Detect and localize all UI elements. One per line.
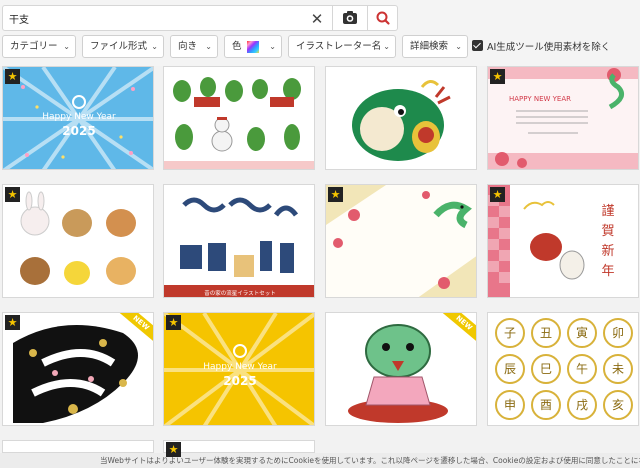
clear-icon[interactable]: ✕ [307, 9, 327, 29]
filter-label: 色 [232, 41, 242, 52]
chevron-down-icon: ⌄ [455, 42, 462, 51]
zodiac-char: 寅 [576, 325, 588, 340]
chevron-down-icon: ⌄ [205, 42, 212, 51]
chevron-down-icon: ⌄ [269, 42, 276, 51]
premium-star-icon: ★ [490, 69, 505, 84]
premium-star-icon: ★ [490, 187, 505, 202]
filter-file-format[interactable]: ファイル形式 ⌄ [82, 35, 164, 58]
zodiac-char: 子 [504, 326, 516, 340]
thumbnail: Happy New Year 2025 [164, 313, 314, 425]
thumbnail: 昔の家の流星イラストセット [164, 185, 314, 297]
chevron-down-icon: ⌄ [383, 42, 390, 51]
zodiac-char: 卯 [612, 326, 624, 340]
result-card[interactable]: ★ Happy New Year 2025 [2, 66, 154, 170]
premium-star-icon: ★ [5, 187, 20, 202]
premium-star-icon: ★ [5, 69, 20, 84]
filter-color[interactable]: 色 ⌄ [224, 35, 282, 58]
zodiac-char: 未 [612, 362, 624, 376]
result-card[interactable]: ★ [163, 440, 315, 457]
ai-exclude-checkbox[interactable] [472, 40, 483, 51]
premium-star-icon: ★ [166, 442, 181, 457]
premium-star-icon: ★ [5, 315, 20, 330]
search-input[interactable] [9, 10, 299, 26]
thumbnail: 謹 賀 新 年 [488, 185, 638, 297]
zodiac-char: 酉 [540, 398, 552, 412]
filter-category[interactable]: カテゴリー ⌄ [2, 35, 76, 58]
color-swatch-icon [247, 41, 259, 53]
result-card[interactable]: ★ Happy New Year 2025 [163, 312, 315, 426]
card-vertical-char: 謹 [601, 203, 614, 219]
result-card[interactable] [163, 66, 315, 170]
filter-label: ファイル形式 [90, 41, 148, 52]
result-card[interactable]: 子 丑 寅 卯 辰 巳 午 未 申 酉 戌 亥 [487, 312, 639, 426]
filter-label: イラストレーター名 [296, 41, 382, 52]
result-card[interactable]: ★ [325, 184, 477, 298]
premium-star-icon: ★ [328, 187, 343, 202]
cookie-notice: 当Webサイトはよりよいユーザー体験を実現するためにCookieを使用しています… [0, 453, 640, 468]
zodiac-char: 巳 [540, 362, 552, 376]
camera-search-button[interactable] [335, 7, 365, 29]
camera-icon [343, 11, 357, 24]
card-vertical-char: 年 [601, 264, 614, 279]
toolbar: ✕ カテゴリー⌄ ファイル形式⌄ 向き⌄ 色 [0, 0, 640, 66]
filter-advanced[interactable]: 詳細検索 ⌄ [402, 35, 468, 58]
thumbnail: HAPPY NEW YEAR [488, 67, 638, 169]
result-card[interactable]: ★ NEW [2, 312, 154, 426]
result-card[interactable]: 昔の家の流星イラストセット [163, 184, 315, 298]
search-icon [376, 11, 390, 25]
result-card[interactable]: ★ 謹 賀 新 年 [487, 184, 639, 298]
filter-label: 詳細検索 [410, 41, 449, 52]
card-vertical-char: 賀 [601, 224, 614, 239]
filter-label: カテゴリー [10, 41, 58, 52]
result-card[interactable]: ★ [2, 184, 154, 298]
card-caption: 昔の家の流星イラストセット [204, 289, 275, 297]
divider [367, 6, 368, 30]
card-year: 2025 [223, 374, 256, 388]
filter-illustrator[interactable]: イラストレーター名 ⌄ [288, 35, 396, 58]
filter-orientation[interactable]: 向き ⌄ [170, 35, 218, 58]
zodiac-char: 午 [576, 362, 588, 376]
thumbnail [164, 67, 314, 169]
result-card[interactable] [2, 440, 154, 453]
divider [332, 6, 333, 30]
zodiac-char: 亥 [612, 398, 624, 412]
premium-star-icon: ★ [166, 315, 181, 330]
zodiac-char: 丑 [540, 326, 552, 340]
chevron-down-icon: ⌄ [151, 42, 158, 51]
card-text: Happy New Year [42, 112, 116, 122]
result-card[interactable]: NEW [325, 312, 477, 426]
thumbnail [326, 313, 476, 425]
zodiac-char: 辰 [504, 362, 516, 376]
thumbnail [3, 313, 153, 425]
thumbnail: 子 丑 寅 卯 辰 巳 午 未 申 酉 戌 亥 [488, 313, 638, 425]
search-bar: ✕ [2, 5, 398, 31]
thumbnail [3, 185, 153, 297]
card-text: Happy New Year [203, 362, 277, 372]
chevron-down-icon: ⌄ [63, 42, 70, 51]
thumbnail [326, 185, 476, 297]
result-card[interactable] [325, 66, 477, 170]
filter-label: 向き [178, 41, 198, 52]
search-button[interactable] [369, 7, 397, 29]
zodiac-char: 戌 [576, 398, 588, 412]
card-year: 2025 [62, 124, 95, 138]
zodiac-char: 申 [504, 398, 516, 412]
ai-exclude-label[interactable]: AI生成ツール使用素材を除く [487, 39, 610, 53]
thumbnail [326, 67, 476, 169]
thumbnail: Happy New Year 2025 [3, 67, 153, 169]
result-card[interactable]: ★ HAPPY NEW YEAR [487, 66, 639, 170]
card-text: HAPPY NEW YEAR [509, 95, 571, 103]
card-vertical-char: 新 [601, 243, 614, 259]
